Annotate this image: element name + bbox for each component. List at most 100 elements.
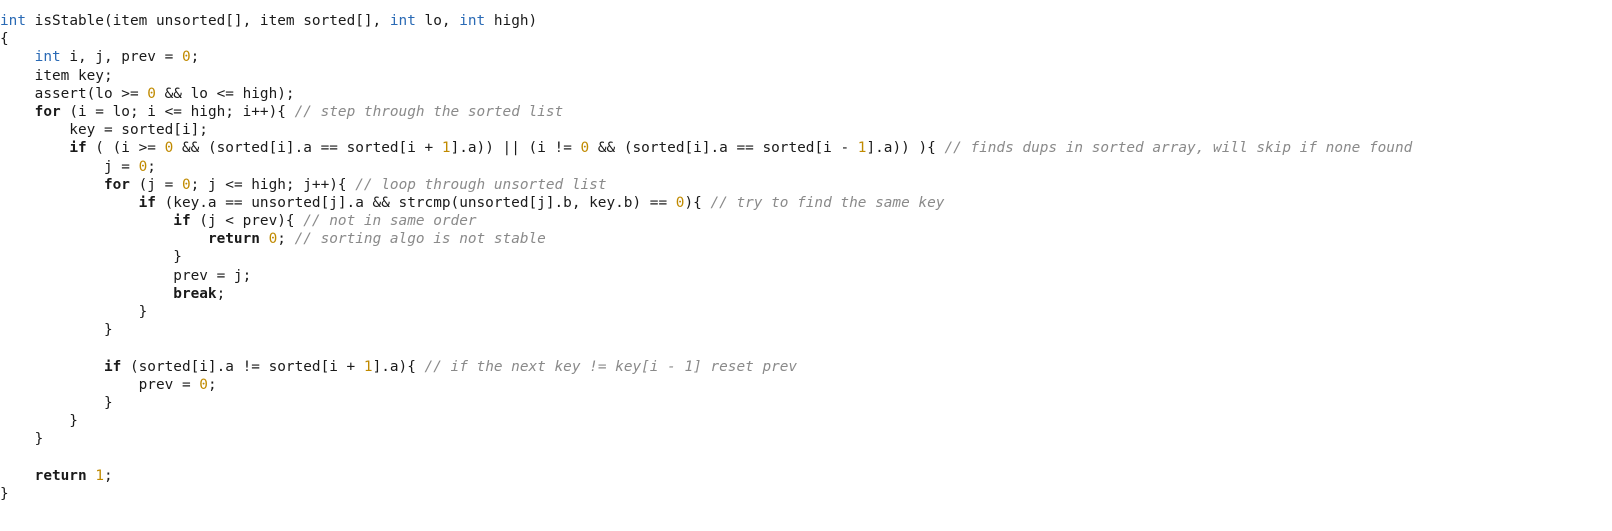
code-text: (key.a == unsorted[j].a && strcmp(unsort… [155,194,676,211]
code-line: assert(lo >= 0 && lo <= high); [0,85,1612,103]
code-text: } [0,304,148,320]
code-text: ( (i >= [86,140,165,157]
code-text: ; [277,231,295,248]
code-line: } [0,412,1612,430]
code-text: ].a){ [372,358,425,375]
number-literal: 0 [138,158,148,175]
code-text: } [0,485,9,502]
code-text: } [0,322,113,339]
code-text: item key; [0,67,113,84]
code-text: (i = lo; i <= high; i++){ [60,103,295,120]
code-text: i, j, prev = [60,49,182,66]
code-text: } [0,249,182,266]
code-line: } [0,303,1612,321]
code-line: if ( (i >= 0 && (sorted[i].a == sorted[i… [0,139,1612,157]
code-editor[interactable]: int isStable(item unsorted[], item sorte… [0,12,1612,522]
code-line: key = sorted[i]; [0,121,1612,139]
code-text: lo, [415,13,460,29]
code-text: ; [103,467,113,484]
code-line: prev = 0; [0,376,1612,394]
control-keyword: return [207,231,260,248]
code-line: prev = j; [0,267,1612,285]
control-keyword: if [69,140,87,157]
number-literal: 1 [95,467,104,484]
code-line: if (j < prev){ // not in same order [0,212,1612,230]
code-line: return 1; [0,467,1612,485]
type-keyword: int [34,49,61,66]
code-text: ].a)) || (i != [450,140,581,157]
code-line: if (sorted[i].a != sorted[i + 1].a){ // … [0,358,1612,376]
code-comment: // sorting algo is not stable [294,231,546,248]
control-keyword: if [138,194,156,211]
code-text: (sorted[i].a != sorted[i + [121,358,364,375]
code-comment: // if the next key != key[i - 1] reset p… [424,358,798,375]
code-text: ; j <= high; j++){ [190,176,356,193]
type-keyword: int [389,13,416,29]
code-text: } [0,413,78,430]
code-text: ; [207,376,217,393]
code-line: if (key.a == unsorted[j].a && strcmp(uns… [0,194,1612,212]
code-text: ; [190,49,200,66]
code-text: high) [485,13,538,29]
code-line: for (i = lo; i <= high; i++){ // step th… [0,103,1612,121]
control-keyword: if [103,358,122,375]
number-literal: 1 [441,140,451,157]
code-line: { [0,30,1612,48]
control-keyword: if [173,213,191,230]
code-text: j = [0,158,139,175]
code-comment: // finds dups in sorted array, will skip… [944,140,1413,157]
control-keyword: return [34,467,87,484]
code-comment: // step through the sorted list [294,103,564,120]
code-line: int i, j, prev = 0; [0,48,1612,66]
code-comment: // not in same order [303,213,477,230]
code-text: { [0,31,9,48]
code-line: } [0,485,1612,503]
code-text: prev = j; [0,267,252,284]
code-text: ].a)) ){ [866,140,945,157]
number-literal: 0 [199,376,208,393]
control-keyword: for [103,176,130,193]
number-literal: 0 [580,140,590,157]
code-text: ; [216,285,226,302]
code-line: } [0,430,1612,448]
code-text: } [0,394,113,411]
code-text: (j < prev){ [190,213,304,230]
code-text: isStable(item unsorted[], item sorted[], [26,13,390,29]
code-text: && (sorted[i].a == sorted[i - [589,140,858,157]
type-keyword: int [459,13,486,29]
code-text: && lo <= high); [155,85,295,102]
code-line: } [0,321,1612,339]
number-literal: 0 [164,140,174,157]
code-text: prev = [0,376,200,393]
number-literal: 0 [147,85,156,102]
code-text: ; [147,158,156,175]
code-line: break; [0,285,1612,303]
code-line: } [0,248,1612,266]
number-literal: 0 [181,49,191,66]
code-line: int isStable(item unsorted[], item sorte… [0,12,1612,30]
number-literal: 1 [363,358,373,375]
code-line: for (j = 0; j <= high; j++){ // loop thr… [0,176,1612,194]
code-text: && (sorted[i].a == sorted[i + [173,140,442,157]
control-keyword: break [173,285,217,302]
code-comment: // try to find the same key [710,194,945,211]
code-line: return 0; // sorting algo is not stable [0,230,1612,248]
code-comment: // loop through unsorted list [355,176,607,193]
control-keyword: for [34,103,61,120]
number-literal: 0 [268,231,278,248]
code-text: } [0,431,44,448]
